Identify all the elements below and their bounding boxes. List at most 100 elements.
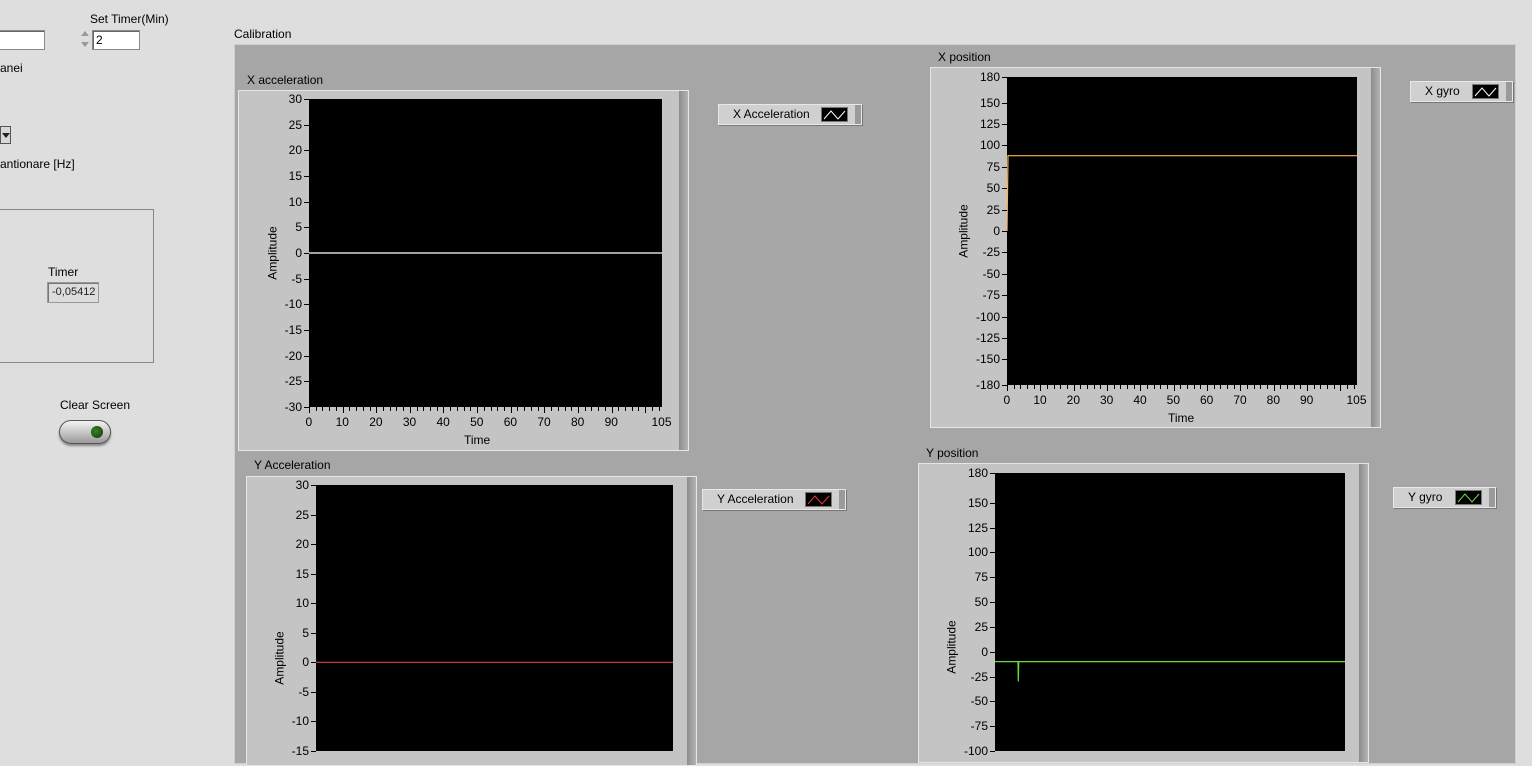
increment-arrow-icon[interactable] [81, 31, 89, 36]
y-tick-label: 15 [295, 566, 309, 581]
y-tick-mark [990, 577, 995, 579]
set-timer-label: Set Timer(Min) [90, 12, 169, 26]
y-tick-label: 180 [967, 466, 988, 480]
x-tick-mark [477, 407, 479, 413]
y-tick-label: -75 [970, 719, 988, 734]
dropdown-arrow-icon[interactable] [0, 126, 11, 144]
x-tick-mark [1267, 385, 1268, 389]
x-tick-mark [564, 407, 566, 411]
y-tick-label: 125 [979, 117, 1000, 132]
y-tick-mark [990, 651, 995, 653]
x-tick-mark [322, 407, 324, 411]
y-tick-mark [1002, 124, 1007, 126]
x-tick-label: 60 [1200, 393, 1214, 407]
x-tick-mark [1040, 385, 1042, 391]
x-tick-mark [436, 407, 438, 411]
x-tick-mark [1093, 385, 1095, 389]
y-acceleration-legend[interactable]: Y Acceleration [702, 489, 846, 510]
x-tick-mark [524, 407, 526, 411]
y-tick-label: 0 [302, 655, 309, 670]
decrement-arrow-icon[interactable] [81, 42, 89, 47]
y-tick-label: 10 [295, 596, 309, 611]
x-tick-mark [416, 407, 418, 411]
x-tick-mark [1233, 385, 1235, 389]
x-acceleration-legend[interactable]: X Acceleration [718, 104, 862, 125]
y-tick-mark [1002, 209, 1007, 211]
set-timer-spinner[interactable] [81, 28, 90, 50]
x-tick-mark [396, 407, 398, 411]
x-tick-mark [1213, 385, 1215, 389]
x-tick-label: 90 [1300, 393, 1314, 407]
y-tick-label: -125 [975, 330, 1000, 345]
x-tick-label: 70 [1233, 393, 1247, 407]
set-timer-input[interactable]: 2 [92, 30, 140, 50]
x-gyro-legend[interactable]: X gyro [1410, 81, 1513, 102]
x-tick-mark [1347, 385, 1348, 389]
x-tick-mark [510, 407, 512, 413]
y-tick-mark [311, 573, 316, 575]
y-tick-mark [1002, 145, 1007, 147]
x-acceleration-plot[interactable] [309, 99, 662, 407]
x-tick-mark [1180, 385, 1182, 389]
sample-rate-label: antionare [Hz] [0, 157, 75, 171]
x-tick-mark [625, 407, 627, 411]
x-tick-label: 30 [1100, 393, 1114, 407]
x-position-plot[interactable] [1007, 77, 1357, 385]
legend-edge [839, 490, 845, 509]
x-tick-mark [658, 407, 660, 411]
y-acceleration-plot[interactable] [316, 485, 673, 751]
panel-label: anei [0, 61, 23, 75]
y-tick-mark [304, 253, 309, 254]
x-tick-mark [1300, 385, 1302, 389]
y-position-plot[interactable] [995, 473, 1345, 751]
tab-calibration[interactable]: Calibration [234, 27, 291, 41]
x-tick-label: 40 [1133, 393, 1147, 407]
y-tick-label: -180 [975, 378, 1000, 392]
x-tick-mark [1053, 385, 1055, 389]
y-tick-label: 180 [979, 70, 1000, 84]
x-tick-mark [1173, 385, 1175, 391]
y-tick-label: 25 [295, 507, 309, 522]
x-tick-mark [1027, 385, 1028, 389]
x-tick-mark [584, 407, 586, 411]
x-tick-mark [1047, 385, 1048, 389]
y-tick-mark [311, 662, 316, 664]
y-tick-label: 30 [288, 92, 302, 106]
y-tick-label: 20 [295, 537, 309, 552]
y-tick-label: -20 [284, 348, 302, 363]
x-tick-mark [571, 407, 573, 411]
x-tick-mark [1187, 385, 1188, 389]
unlabeled-numeric-field[interactable] [0, 30, 45, 50]
y-tick-label: -5 [298, 684, 309, 699]
x-acceleration-xlabel: Time [464, 433, 491, 447]
x-tick-mark [1240, 385, 1242, 391]
y-tick-mark [990, 473, 995, 474]
clear-screen-button[interactable] [59, 420, 111, 444]
x-tick-mark [1200, 385, 1202, 389]
y-acceleration-ylabel: Amplitude [272, 631, 287, 685]
y-tick-mark [311, 751, 316, 752]
y-tick-mark [1002, 295, 1007, 297]
x-tick-mark [423, 407, 425, 411]
x-tick-mark [309, 407, 310, 413]
y-gyro-legend[interactable]: Y gyro [1393, 487, 1496, 508]
y-tick-mark [990, 751, 995, 752]
y-tick-mark [304, 124, 309, 126]
x-tick-mark [315, 407, 317, 411]
y-tick-label: 100 [967, 545, 988, 560]
series-line [995, 661, 1345, 682]
x-tick-mark [1120, 385, 1122, 389]
y-tick-mark [1002, 359, 1007, 361]
x-tick-label: 50 [470, 415, 484, 429]
x-tick-mark [638, 407, 640, 411]
x-tick-label: 60 [503, 415, 518, 429]
x-tick-mark [1087, 385, 1088, 389]
y-tick-mark [304, 381, 309, 383]
x-tick-mark [557, 407, 559, 411]
x-tick-mark [443, 407, 445, 413]
x-tick-mark [631, 407, 633, 411]
x-tick-mark [409, 407, 411, 413]
x-tick-mark [598, 407, 600, 411]
x-tick-label: 10 [1033, 393, 1047, 407]
y-tick-label: 100 [979, 138, 1000, 153]
